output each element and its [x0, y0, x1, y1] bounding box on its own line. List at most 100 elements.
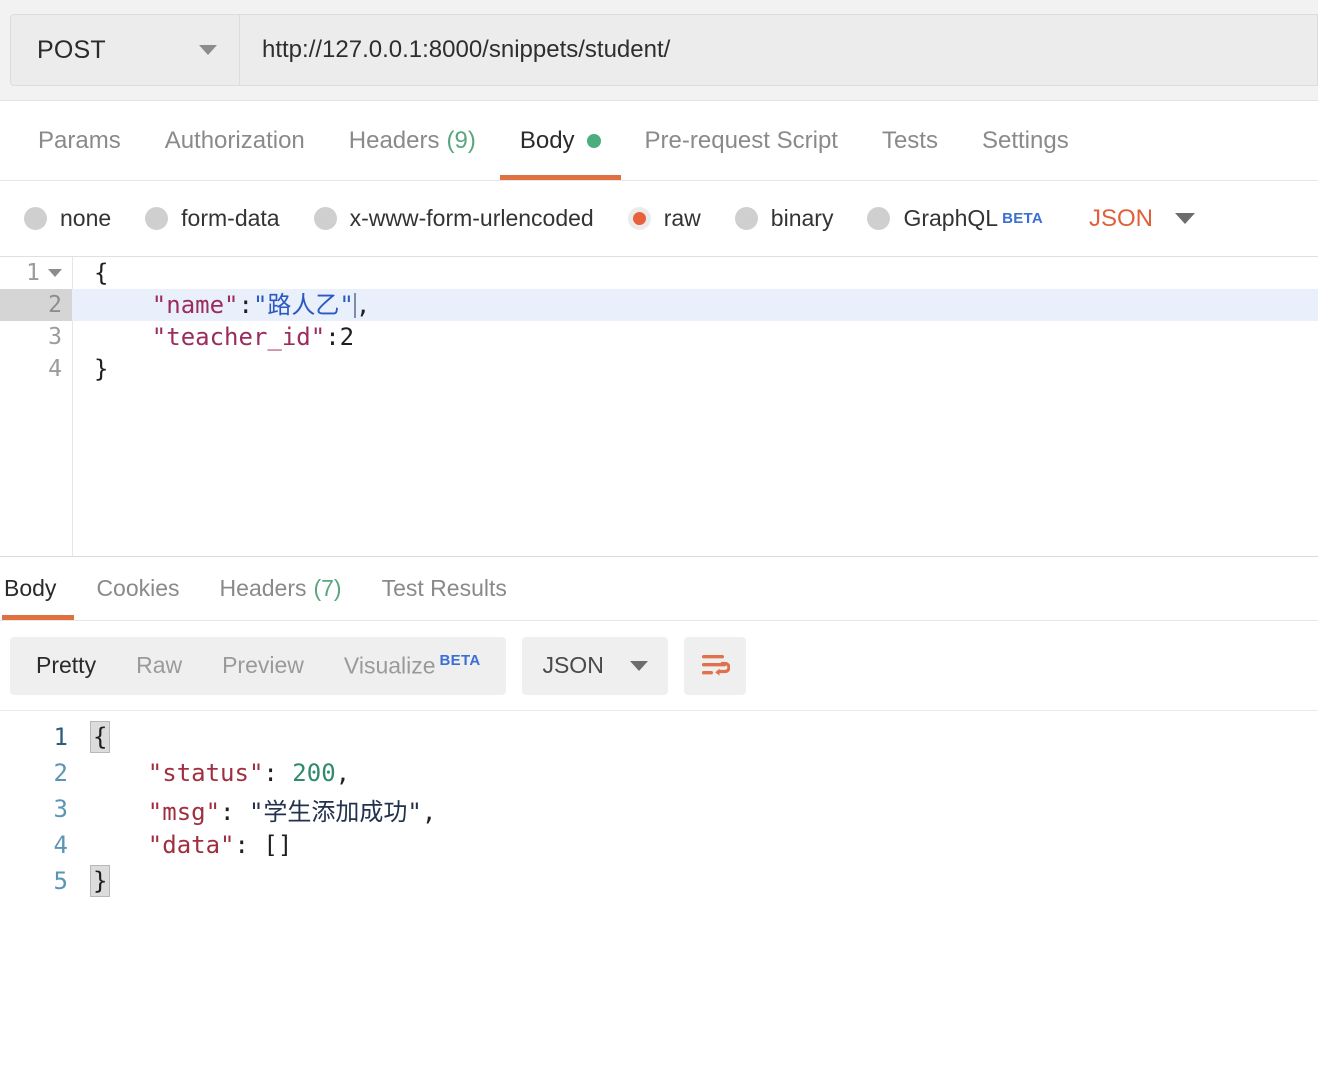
chevron-down-icon[interactable]: [1175, 213, 1195, 224]
tab-body-label: Body: [519, 126, 575, 154]
response-tab-body-label: Body: [4, 575, 57, 601]
view-mode-visualize[interactable]: Visualize BETA: [324, 652, 501, 680]
response-code-line: 4 "data": []: [0, 827, 1318, 863]
view-mode-pretty[interactable]: Pretty: [16, 652, 116, 679]
request-tab-bar: Params Authorization Headers (9) Body Pr…: [0, 101, 1318, 181]
radio-icon: [145, 207, 169, 230]
request-body-editor[interactable]: 1 { 2 "name":"路人乙", 3 "teacher_id":2 4 }: [0, 257, 1318, 557]
view-mode-raw[interactable]: Raw: [116, 652, 202, 679]
body-has-content-dot-icon: [586, 133, 601, 148]
response-body-viewer[interactable]: 1 { 2 "status": 200, 3 "msg": "学生添加成功", …: [0, 711, 1318, 1088]
response-key-data: "data": [147, 831, 235, 859]
view-mode-visualize-label: Visualize: [343, 652, 436, 679]
fold-arrow-icon[interactable]: [48, 269, 62, 277]
response-value-msg: "学生添加成功": [248, 797, 422, 826]
code-colon: :: [238, 291, 253, 319]
request-code-line[interactable]: 4 }: [0, 353, 1318, 385]
response-key-status: "status": [147, 759, 264, 787]
graphql-beta-badge: BETA: [1002, 210, 1043, 227]
request-key-name: "name": [151, 291, 239, 319]
body-type-selector: none form-data x-www-form-urlencoded raw…: [0, 181, 1318, 257]
tab-headers-count: (9): [446, 126, 476, 154]
tab-headers-label: Headers: [348, 126, 440, 154]
line-number-label: 3: [48, 324, 62, 350]
line-number-label: 2: [48, 292, 62, 318]
radio-icon: [24, 207, 47, 230]
response-tab-body[interactable]: Body: [0, 557, 76, 620]
tab-settings-label: Settings: [981, 126, 1069, 154]
response-tab-cookies-label: Cookies: [96, 575, 180, 601]
line-number-label: 2: [53, 759, 68, 787]
tab-params-label: Params: [38, 126, 121, 154]
raw-format-select[interactable]: JSON: [1089, 205, 1153, 233]
tab-body[interactable]: Body: [498, 101, 623, 180]
body-type-raw-label: raw: [663, 205, 701, 231]
request-line-1-text: {: [94, 259, 109, 287]
line-number: 3: [0, 321, 72, 353]
http-method-label: POST: [37, 35, 106, 64]
line-number-label: 1: [53, 723, 68, 751]
response-format-select[interactable]: JSON: [522, 636, 668, 695]
code-colon: :: [263, 759, 293, 787]
response-code-line: 2 "status": 200,: [0, 755, 1318, 791]
body-type-graphql-label: GraphQL: [903, 205, 999, 231]
tab-settings[interactable]: Settings: [960, 101, 1091, 180]
line-number-label: 5: [53, 867, 68, 895]
tab-tests-label: Tests: [881, 126, 938, 154]
response-code-line: 3 "msg": "学生添加成功",: [0, 791, 1318, 827]
response-value-status: 200: [292, 759, 336, 787]
response-tab-test-results[interactable]: Test Results: [362, 557, 527, 620]
request-code-line[interactable]: 2 "name":"路人乙",: [0, 289, 1318, 321]
response-view-mode-group: Pretty Raw Preview Visualize BETA: [10, 636, 507, 695]
response-line-4-text: "data": []: [90, 831, 293, 859]
body-type-form-data-label: form-data: [181, 205, 280, 231]
radio-icon: [867, 207, 891, 230]
view-mode-preview[interactable]: Preview: [202, 652, 324, 679]
code-comma: ,: [421, 797, 437, 826]
tab-headers[interactable]: Headers (9): [327, 101, 498, 180]
request-url-bar: POST http://127.0.0.1:8000/snippets/stud…: [0, 0, 1318, 101]
code-colon: :: [220, 797, 249, 826]
tab-tests[interactable]: Tests: [860, 101, 960, 180]
http-method-select[interactable]: POST: [10, 14, 240, 86]
request-line-4-text: }: [94, 355, 109, 383]
url-input[interactable]: http://127.0.0.1:8000/snippets/student/: [240, 14, 1318, 86]
response-view-toolbar: Pretty Raw Preview Visualize BETA JSON: [0, 621, 1318, 711]
radio-selected-icon: [627, 207, 651, 230]
request-line-3-text: "teacher_id":2: [94, 321, 354, 353]
line-number-label: 3: [53, 795, 68, 823]
body-type-graphql[interactable]: GraphQL BETA: [867, 205, 1043, 232]
tab-authorization-label: Authorization: [164, 126, 305, 154]
response-code-line: 5 }: [0, 863, 1318, 899]
code-colon: :: [234, 831, 264, 859]
body-type-binary[interactable]: binary: [734, 205, 834, 232]
response-tab-cookies[interactable]: Cookies: [76, 557, 199, 620]
code-colon: :: [325, 323, 340, 351]
response-value-data: []: [263, 831, 293, 859]
line-number: 2: [0, 289, 72, 321]
body-type-raw[interactable]: raw: [627, 205, 701, 232]
body-type-none-label: none: [60, 205, 112, 231]
tab-params[interactable]: Params: [16, 101, 143, 180]
request-code-line[interactable]: 3 "teacher_id":2: [0, 321, 1318, 353]
response-tab-test-results-label: Test Results: [381, 575, 507, 601]
request-line-2-text: "name":"路人乙",: [94, 289, 371, 321]
body-type-urlencoded[interactable]: x-www-form-urlencoded: [313, 205, 594, 232]
tab-authorization[interactable]: Authorization: [143, 101, 327, 180]
body-type-none[interactable]: none: [24, 205, 111, 232]
response-code-line: 1 {: [0, 719, 1318, 755]
line-number: 1: [0, 257, 72, 289]
body-type-binary-label: binary: [770, 205, 834, 231]
body-type-urlencoded-label: x-www-form-urlencoded: [349, 205, 594, 231]
response-tab-headers-count: (7): [313, 575, 342, 601]
request-code-line[interactable]: 1 {: [0, 257, 1318, 289]
body-type-form-data[interactable]: form-data: [145, 205, 280, 232]
tab-pre-request-script[interactable]: Pre-request Script: [623, 101, 860, 180]
word-wrap-button[interactable]: [683, 636, 746, 695]
request-value-teacher-id: 2: [339, 323, 355, 351]
response-line-2-text: "status": 200,: [90, 759, 350, 787]
response-tab-headers[interactable]: Headers (7): [200, 557, 362, 620]
